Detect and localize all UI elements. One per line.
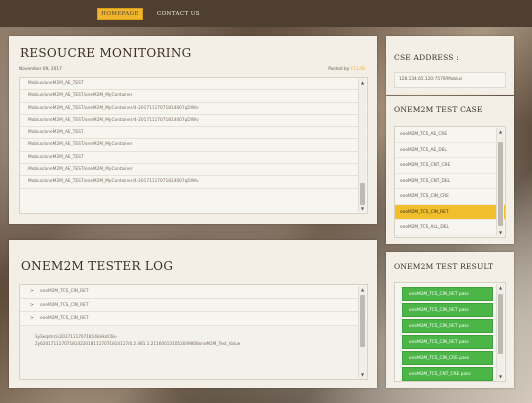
test-result-scrollbar[interactable]: ▲ ▼ xyxy=(496,284,504,380)
list-item[interactable]: Mobius/oneM2M_AE_TEST/oneM2M_MyContainer… xyxy=(20,176,367,189)
author-link[interactable]: CCLAB xyxy=(351,67,365,72)
list-item[interactable]: Mobius/oneM2M_AE_TEST/oneM2M_MyContainer xyxy=(20,90,367,103)
scroll-down-icon[interactable]: ▼ xyxy=(497,373,504,380)
test-case-item[interactable]: oneM2M_TCS_AE_DEL xyxy=(395,143,505,158)
chevron-right-icon: > xyxy=(30,289,34,294)
log-row-label: oneM2M_TCS_CIN_RET xyxy=(40,302,89,308)
top-nav-bar: HOMEPAGE CONTACT US xyxy=(0,0,532,27)
log-scrollbar[interactable]: ▲ ▼ xyxy=(358,286,366,378)
test-result-panel: ONEM2M TEST RESULT oneM2M_TCS_CIN_RET pa… xyxy=(386,252,514,388)
list-item[interactable]: Mobius/oneM2M_AE_TEST xyxy=(20,78,367,91)
log-row[interactable]: > oneM2M_TCS_CIN_RET xyxy=(20,312,367,326)
scroll-up-icon[interactable]: ▲ xyxy=(497,128,504,135)
test-case-panel: ONEM2M TEST CASE oneM2M_TCS_AE_CRE oneM2… xyxy=(386,96,514,244)
test-result-pass: oneM2M_TCS_CIN_RET pass xyxy=(402,287,493,301)
test-result-pass: oneM2M_TCS_CIN_RET pass xyxy=(402,303,493,317)
test-result-pass: oneM2M_TCS_CIN_CRE pass xyxy=(402,351,493,365)
test-result-pass: oneM2M_TCS_CNT_CRE pass xyxy=(402,367,493,381)
chevron-right-icon: > xyxy=(30,316,34,321)
log-detail-line: SySeqdrrcis20171117071814kHkdC6a- xyxy=(35,333,118,339)
scroll-up-icon[interactable]: ▲ xyxy=(359,286,366,293)
scrollbar-thumb[interactable] xyxy=(360,183,365,205)
scrollbar-thumb[interactable] xyxy=(360,295,365,347)
scroll-down-icon[interactable]: ▼ xyxy=(359,371,366,378)
scrollbar-thumb[interactable] xyxy=(498,294,503,354)
list-item[interactable]: Mobius/oneM2M_AE_TEST/oneM2M_MyContainer xyxy=(20,164,367,177)
resource-list[interactable]: Mobius/oneM2M_AE_TEST Mobius/oneM2M_AE_T… xyxy=(19,77,368,214)
list-item[interactable]: Mobius/oneM2M_AE_TEST/oneM2M_MyContainer… xyxy=(20,115,367,128)
log-row[interactable]: > oneM2M_TCS_CIN_RET xyxy=(20,285,367,299)
test-case-item-selected[interactable]: oneM2M_TCS_CIN_RET xyxy=(395,204,505,220)
test-case-item[interactable]: oneM2M_TCS_ALL_DEL xyxy=(395,220,505,236)
test-case-item[interactable]: oneM2M_TCS_CNT_CRE xyxy=(395,158,505,174)
test-result-title: ONEM2M TEST RESULT xyxy=(394,262,494,271)
resource-monitoring-title: RESOUCRE MONITORING xyxy=(20,46,192,60)
resource-monitoring-panel: RESOUCRE MONITORING November 09, 2017 Po… xyxy=(9,36,377,224)
nav-homepage-button[interactable]: HOMEPAGE xyxy=(97,8,143,20)
list-item[interactable]: Mobius/oneM2M_AE_TEST xyxy=(20,152,367,165)
posted-by: Posted by CCLAB xyxy=(328,67,365,72)
posted-by-label: Posted by xyxy=(328,67,350,72)
nav-contact-link[interactable]: CONTACT US xyxy=(157,8,200,20)
log-row-label: oneM2M_TCS_CIN_RET xyxy=(40,289,89,294)
test-result-pass: oneM2M_TCS_CIN_RET pass xyxy=(402,319,493,333)
resource-list-scrollbar[interactable]: ▲ ▼ xyxy=(358,79,366,212)
tester-log-title: ONEM2M TESTER LOG xyxy=(21,259,174,273)
test-case-title: ONEM2M TEST CASE xyxy=(394,105,483,114)
cse-address-panel: CSE ADDRESS : 128.134.65.120:7579/Mobius xyxy=(386,36,514,95)
test-result-list[interactable]: oneM2M_TCS_CIN_RET pass oneM2M_TCS_CIN_R… xyxy=(394,282,506,382)
log-list[interactable]: > oneM2M_TCS_CIN_RET > oneM2M_TCS_CIN_RET … xyxy=(19,284,368,380)
scroll-up-icon[interactable]: ▲ xyxy=(359,79,366,86)
post-date: November 09, 2017 xyxy=(19,67,62,72)
test-result-pass: oneM2M_TCS_CIN_RET pass xyxy=(402,335,493,349)
log-row[interactable]: > oneM2M_TCS_CIN_RET xyxy=(20,299,367,312)
scroll-down-icon[interactable]: ▼ xyxy=(497,229,504,236)
test-case-list[interactable]: oneM2M_TCS_AE_CRE oneM2M_TCS_AE_DEL oneM… xyxy=(394,126,506,238)
list-item[interactable]: Mobius/oneM2M_AE_TEST/oneM2M_MyContainer xyxy=(20,139,367,152)
scrollbar-thumb[interactable] xyxy=(498,142,503,226)
tester-log-panel: ONEM2M TESTER LOG > oneM2M_TCS_CIN_RET > o… xyxy=(9,240,377,388)
test-case-scrollbar[interactable]: ▲ ▼ xyxy=(496,128,504,236)
test-case-item[interactable]: oneM2M_TCS_AE_CRE xyxy=(395,127,505,143)
scroll-up-icon[interactable]: ▲ xyxy=(497,284,504,291)
log-row-label: oneM2M_TCS_CIN_RET xyxy=(40,316,89,321)
cse-address-title: CSE ADDRESS : xyxy=(394,53,459,62)
cse-address-field[interactable]: 128.134.65.120:7579/Mobius xyxy=(394,72,506,88)
scroll-down-icon[interactable]: ▼ xyxy=(359,205,366,212)
chevron-right-icon: > xyxy=(30,302,34,308)
log-detail-line: 2y620171117071814220181117071814117/0.2.… xyxy=(35,341,241,346)
test-case-item[interactable]: oneM2M_TCS_CIN_CRE xyxy=(395,189,505,205)
list-item[interactable]: Mobius/oneM2M_AE_TEST xyxy=(20,127,367,140)
log-detail: SySeqdrrcis20171117071814kHkdC6a- 2y6201… xyxy=(20,325,367,379)
list-item[interactable]: Mobius/oneM2M_AE_TEST/oneM2M_MyContainer… xyxy=(20,103,367,115)
test-case-item[interactable]: oneM2M_TCS_CNT_DEL xyxy=(395,174,505,189)
